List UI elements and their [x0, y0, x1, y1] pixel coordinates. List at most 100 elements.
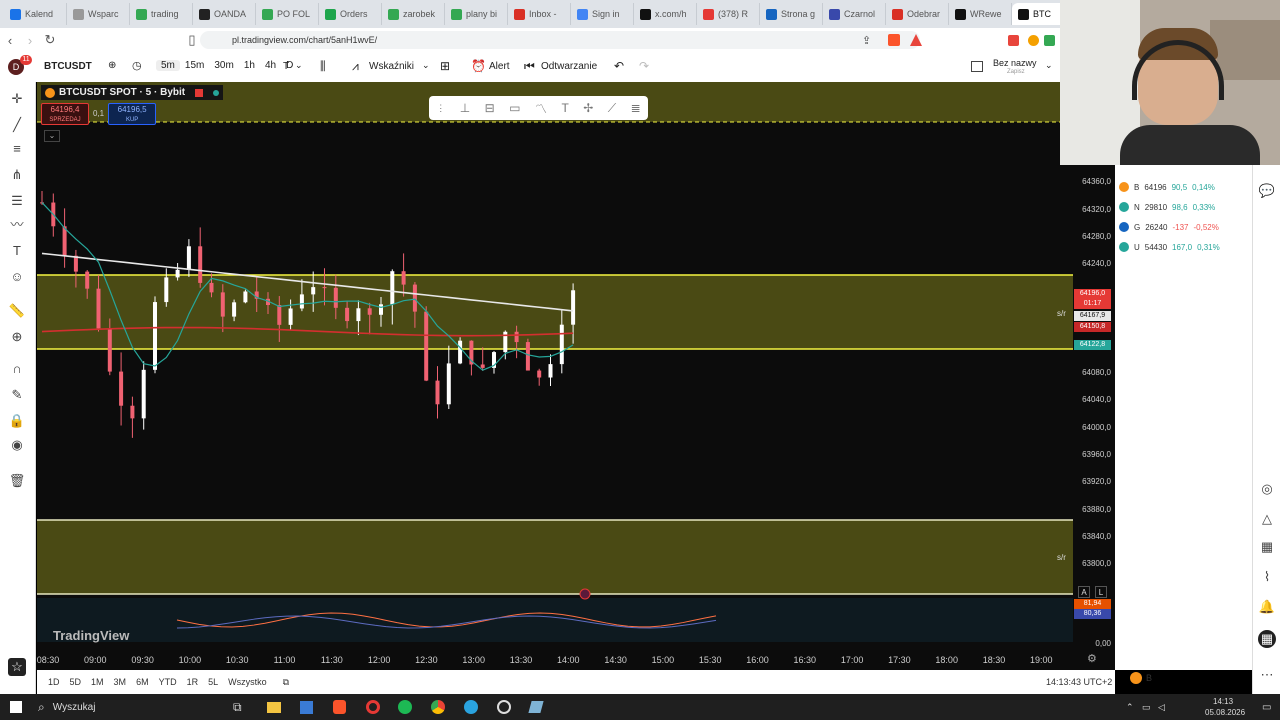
- goto-date-icon[interactable]: ⧉: [278, 677, 294, 688]
- text-tool-icon[interactable]: T: [561, 101, 568, 115]
- auto-scale-button[interactable]: A: [1078, 586, 1090, 598]
- interval-t[interactable]: T: [283, 61, 289, 72]
- chrome-icon[interactable]: [431, 700, 445, 714]
- interval-15m[interactable]: 15m: [180, 60, 209, 71]
- obs-icon[interactable]: [497, 700, 511, 714]
- replay-icon[interactable]: ⏮: [524, 59, 535, 74]
- interval-30m[interactable]: 30m: [209, 60, 238, 71]
- more-tools-icon[interactable]: ≣: [631, 101, 641, 115]
- compare-icon[interactable]: ◷: [132, 59, 142, 72]
- alarm-clock-icon[interactable]: ⏰: [471, 59, 486, 73]
- horizontal-lines-icon[interactable]: ≡: [8, 140, 26, 158]
- star-icon[interactable]: ☆: [8, 658, 26, 676]
- eye-icon[interactable]: ◉: [8, 436, 26, 454]
- browser-tab[interactable]: Odebrar: [886, 3, 949, 25]
- browser-tab[interactable]: x.com/h: [634, 3, 697, 25]
- bell-icon[interactable]: 🔔: [1258, 598, 1276, 616]
- settings-gear-icon[interactable]: ⚙: [1087, 652, 1097, 665]
- volume-icon[interactable]: ◁: [1158, 702, 1165, 713]
- chevron-down-icon[interactable]: ⌄: [1045, 60, 1053, 71]
- grid-apps-icon[interactable]: ▦: [1258, 630, 1276, 648]
- browser-tab[interactable]: Orders: [319, 3, 382, 25]
- range-3M[interactable]: 3M: [109, 677, 132, 687]
- range-Wszystko[interactable]: Wszystko: [223, 677, 272, 687]
- lock-icon[interactable]: 🔒: [8, 412, 26, 430]
- drag-handle-icon[interactable]: ⋮: [436, 103, 445, 114]
- store-icon[interactable]: [300, 700, 313, 714]
- ray-tool-icon[interactable]: ⟋: [608, 101, 616, 116]
- browser-tab[interactable]: (378) R: [697, 3, 760, 25]
- time-axis[interactable]: 08:30 09:00 09:30 10:00 10:30 11:00 11:30 12:00…: [37, 650, 1097, 670]
- extension-icon-2[interactable]: [1028, 34, 1039, 46]
- target-icon[interactable]: ◎: [1258, 480, 1276, 498]
- sell-button[interactable]: 64196,4 SPRZEDAJ: [41, 103, 89, 125]
- browser-tab[interactable]: Inbox -: [508, 3, 571, 25]
- browser-tab[interactable]: plany bi: [445, 3, 508, 25]
- date[interactable]: 05.08.2026: [1205, 708, 1245, 717]
- pitchfork-icon[interactable]: ⋔: [8, 166, 26, 184]
- buy-button[interactable]: 64196,5 KUP: [108, 103, 157, 125]
- task-view-icon[interactable]: ⧉: [233, 700, 242, 715]
- spotify-icon[interactable]: [398, 700, 412, 714]
- range-5D[interactable]: 5D: [65, 677, 87, 687]
- url-field[interactable]: pl.tradingview.com/chart/5anH1wvE/: [200, 31, 920, 49]
- time[interactable]: 14:13: [1213, 697, 1233, 706]
- telegram-icon[interactable]: [464, 700, 478, 714]
- notifications-icon[interactable]: ▭: [1262, 702, 1271, 713]
- watchlist-row[interactable]: N 29810 98,6 0,33%: [1119, 202, 1215, 212]
- back-icon[interactable]: ‹: [0, 33, 20, 48]
- opera-icon[interactable]: [366, 700, 380, 714]
- range-1D[interactable]: 1D: [43, 677, 65, 687]
- browser-tab[interactable]: trading: [130, 3, 193, 25]
- browser-tab[interactable]: OANDA: [193, 3, 256, 25]
- add-symbol-icon[interactable]: ⊕: [108, 60, 116, 71]
- range-YTD[interactable]: YTD: [154, 677, 182, 687]
- layout-name[interactable]: Bez nazwy: [993, 58, 1037, 68]
- chart-type-icon[interactable]: ⫼: [320, 59, 326, 74]
- trend-line-icon[interactable]: ╱: [8, 116, 26, 134]
- chevron-down-icon[interactable]: ⌄: [295, 60, 303, 71]
- file-explorer-icon[interactable]: [267, 701, 281, 713]
- text-icon[interactable]: T: [8, 242, 26, 260]
- network-icon[interactable]: ▭: [1142, 702, 1151, 713]
- browser-tab[interactable]: Wsparc: [67, 3, 130, 25]
- browser-tab[interactable]: zarobek: [382, 3, 445, 25]
- tray-chevron-icon[interactable]: ⌃: [1126, 702, 1134, 713]
- browser-tab[interactable]: Czarnol: [823, 3, 886, 25]
- bottom-symbol-badge[interactable]: B: [1130, 672, 1152, 684]
- zoom-icon[interactable]: ⊕: [8, 328, 26, 346]
- templates-icon[interactable]: ⊞: [440, 59, 450, 73]
- lock-drawing-icon[interactable]: ✎: [8, 386, 26, 404]
- browser-tab[interactable]: PO FOL: [256, 3, 319, 25]
- undo-icon[interactable]: ↶: [614, 59, 624, 73]
- emoji-icon[interactable]: ☺: [8, 268, 26, 286]
- forward-icon[interactable]: ›: [20, 33, 40, 48]
- channel-tool-icon[interactable]: ⊟: [485, 101, 495, 115]
- browser-tab[interactable]: Strona g: [760, 3, 823, 25]
- rectangle-tool-icon[interactable]: ▭: [509, 101, 520, 115]
- ruler-icon[interactable]: 📏: [8, 302, 26, 320]
- interval-5m[interactable]: 5m: [156, 60, 180, 71]
- cross-line-icon[interactable]: ✢: [583, 101, 593, 115]
- help-icon[interactable]: ⋯: [1258, 666, 1276, 684]
- extension-icon-3[interactable]: [1044, 34, 1055, 46]
- brave-shield-icon[interactable]: [888, 34, 900, 46]
- chat-icon[interactable]: 💬: [1258, 182, 1276, 200]
- interval-4h[interactable]: 4h: [260, 60, 281, 71]
- app-icon[interactable]: [528, 701, 544, 713]
- price-axis[interactable]: 64360,0 64320,0 64280,0 64240,0 64080,0 64040…: [1073, 82, 1115, 670]
- layout-icon[interactable]: [971, 61, 983, 72]
- windows-start-icon[interactable]: [10, 701, 22, 713]
- path-tool-icon[interactable]: 〽: [535, 100, 547, 117]
- browser-tab[interactable]: Sign in: [571, 3, 634, 25]
- brave-icon[interactable]: [333, 700, 346, 714]
- taskbar-search[interactable]: Wyszukaj: [53, 702, 96, 713]
- triangle-icon[interactable]: △: [1258, 510, 1276, 528]
- interval-1h[interactable]: 1h: [239, 60, 260, 71]
- redo-icon[interactable]: ↷: [639, 59, 649, 73]
- chevron-down-icon[interactable]: ⌄: [422, 60, 430, 71]
- fib-icon[interactable]: ☰: [8, 192, 26, 210]
- browser-tab[interactable]: Kalend: [4, 3, 67, 25]
- replay-button[interactable]: Odtwarzanie: [541, 61, 597, 72]
- broadcast-icon[interactable]: ⌇: [1258, 568, 1276, 586]
